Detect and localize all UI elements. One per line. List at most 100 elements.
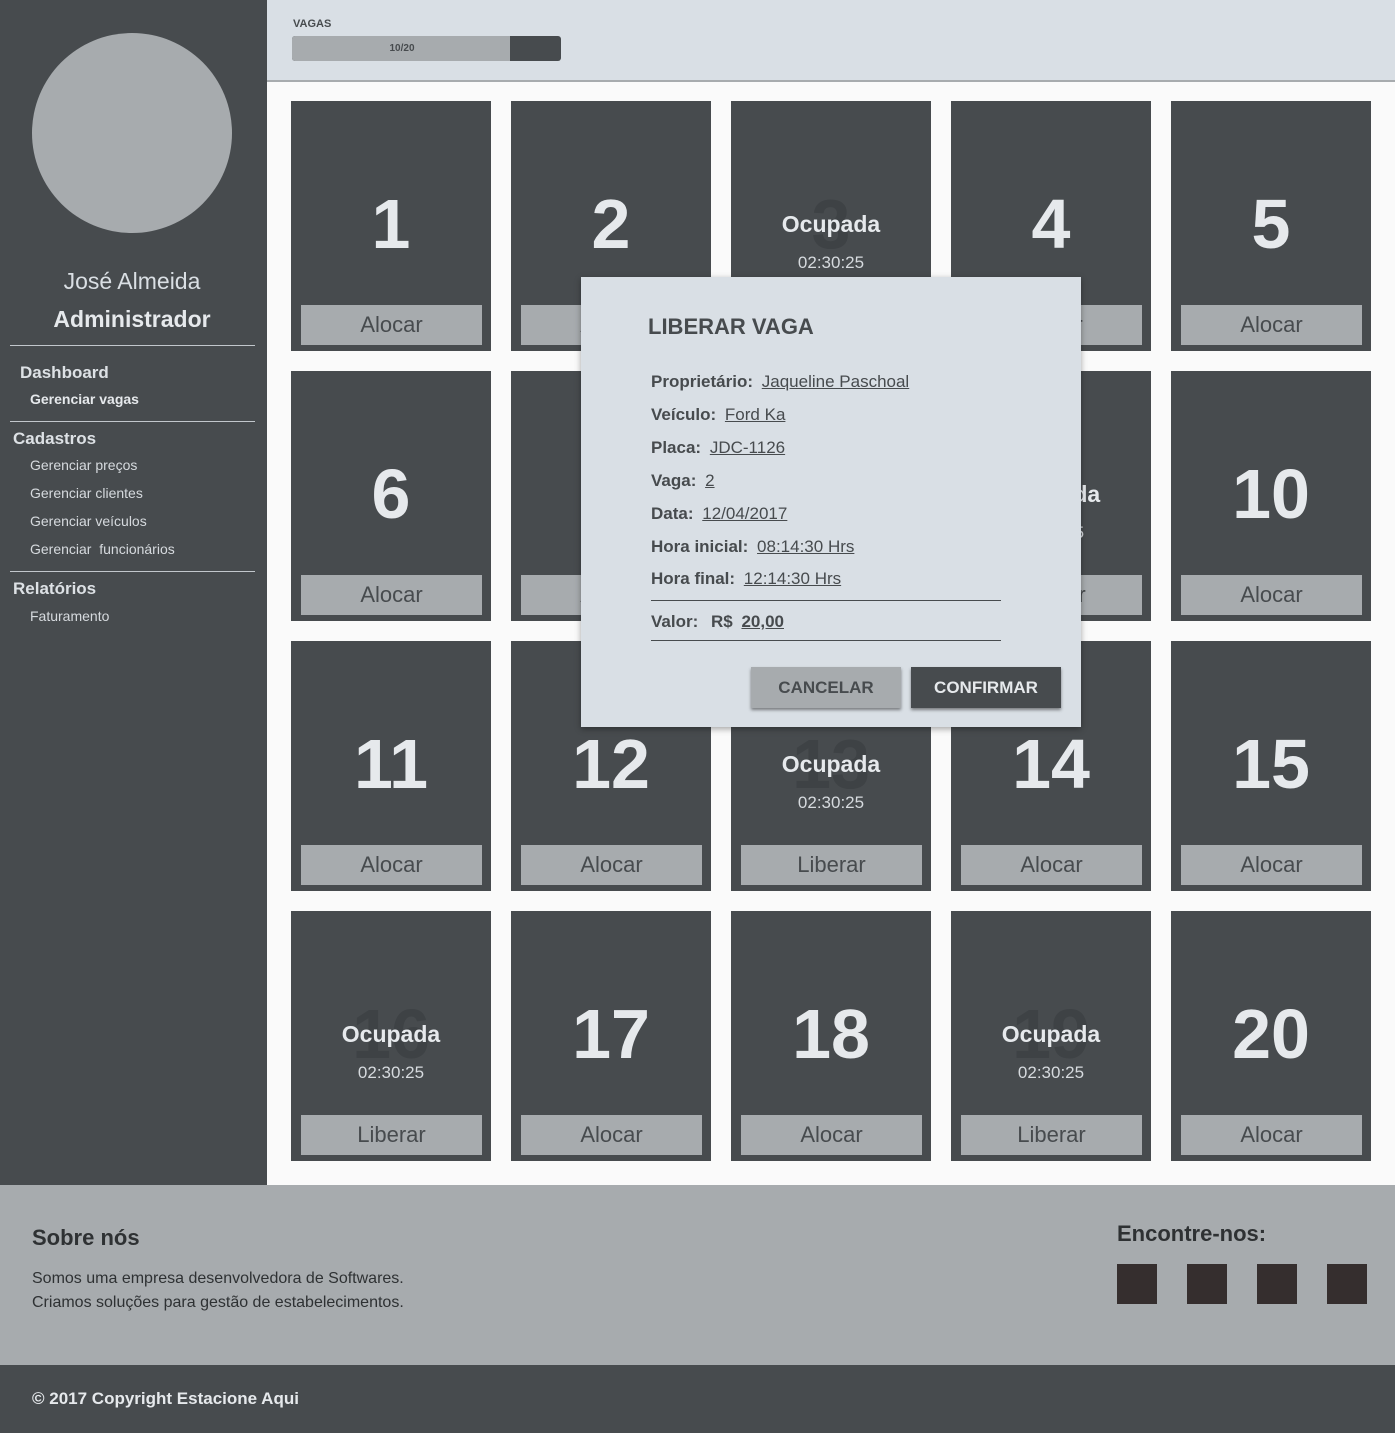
spot-number: 5 <box>1251 185 1291 263</box>
spot-time: 02:30:25 <box>357 1063 425 1082</box>
user-role: Administrador <box>53 306 211 332</box>
spot-number: 2 <box>591 185 631 263</box>
alocar-button[interactable]: Alocar <box>301 845 482 885</box>
spot-number: 1 <box>371 185 411 263</box>
parking-spot: 6 Alocar <box>291 371 491 621</box>
alocar-button[interactable]: Alocar <box>1181 575 1362 615</box>
nav-item-gerenciar-veiculos[interactable]: Gerenciar veículos <box>30 513 147 529</box>
about-line-2: Criamos soluções para gestão de estabele… <box>32 1294 404 1311</box>
liberar-button[interactable]: Liberar <box>741 845 922 885</box>
modal-divider <box>651 600 1001 601</box>
spot-status: Ocupada <box>1001 1021 1101 1047</box>
parking-spot: 17 Alocar <box>511 911 711 1161</box>
confirm-button[interactable]: CONFIRMAR <box>911 667 1061 708</box>
alocar-button[interactable]: Alocar <box>521 1115 702 1155</box>
spot-number: 14 <box>1012 725 1090 803</box>
alocar-button[interactable]: Alocar <box>521 845 702 885</box>
field-value[interactable]: Jaqueline Paschoal <box>762 372 909 391</box>
nav-section-cadastros[interactable]: Cadastros <box>13 429 96 449</box>
alocar-button[interactable]: Alocar <box>1181 305 1362 345</box>
valor-label: Valor: <box>651 612 699 631</box>
parking-spot: 16 Ocupada 02:30:25 Liberar <box>291 911 491 1161</box>
field-label: Hora inicial: <box>651 537 749 556</box>
alocar-button[interactable]: Alocar <box>961 845 1142 885</box>
spot-number: 20 <box>1232 995 1310 1073</box>
liberar-button[interactable]: Liberar <box>961 1115 1142 1155</box>
nav-item-gerenciar-precos[interactable]: Gerenciar preços <box>30 457 137 473</box>
field-veiculo: Veículo: Ford Ka <box>651 405 785 425</box>
parking-spot: 19 Ocupada 02:30:25 Liberar <box>951 911 1151 1161</box>
parking-spot: 20 Alocar <box>1171 911 1371 1161</box>
spot-number: 18 <box>792 995 870 1073</box>
spot-number: 4 <box>1031 185 1071 263</box>
nav-item-gerenciar-clientes[interactable]: Gerenciar clientes <box>30 485 143 501</box>
field-label: Data: <box>651 504 694 523</box>
field-hora-inicial: Hora inicial: 08:14:30 Hrs <box>651 537 854 557</box>
field-label: Hora final: <box>651 569 736 588</box>
about-title: Sobre nós <box>32 1225 140 1250</box>
spot-status: Ocupada <box>781 211 881 237</box>
valor-amount: 20,00 <box>741 612 784 631</box>
alocar-button[interactable]: Alocar <box>741 1115 922 1155</box>
field-label: Placa: <box>651 438 702 457</box>
social-icon-3[interactable] <box>1257 1264 1297 1304</box>
field-value[interactable]: JDC-1126 <box>710 438 785 457</box>
parking-spot: 15 Alocar <box>1171 641 1371 891</box>
spot-number: 15 <box>1232 725 1310 803</box>
field-proprietario: Proprietário: Jaqueline Paschoal <box>651 372 909 392</box>
alocar-button[interactable]: Alocar <box>1181 845 1362 885</box>
about-line-1: Somos uma empresa desenvolvedora de Soft… <box>32 1270 404 1287</box>
field-value[interactable]: 12:14:30 Hrs <box>744 569 841 588</box>
user-name: José Almeida <box>63 268 201 294</box>
spot-number: 6 <box>371 455 411 533</box>
field-data: Data: 12/04/2017 <box>651 504 787 524</box>
liberar-button[interactable]: Liberar <box>301 1115 482 1155</box>
avatar <box>32 33 232 233</box>
nav-item-gerenciar-funcionarios[interactable]: Gerenciar funcionários <box>30 541 175 557</box>
nav-section-relatorios[interactable]: Relatórios <box>13 579 96 599</box>
copyright-text: © 2017 Copyright Estacione Aqui <box>32 1389 299 1408</box>
sidebar-divider <box>10 345 255 346</box>
footer-about: Sobre nós Somos uma empresa desenvolvedo… <box>0 1185 1395 1365</box>
social-icon-4[interactable] <box>1327 1264 1367 1304</box>
field-valor: Valor: R$ 20,00 <box>651 612 784 632</box>
spot-number: 17 <box>572 995 650 1073</box>
vagas-progress-text: 10/20 <box>389 43 415 54</box>
sidebar-divider <box>10 571 255 572</box>
parking-spot: 18 Alocar <box>731 911 931 1161</box>
modal-divider <box>651 640 1001 641</box>
field-value[interactable]: 08:14:30 Hrs <box>757 537 854 556</box>
field-value[interactable]: Ford Ka <box>725 405 785 424</box>
liberar-vaga-modal: LIBERAR VAGA Proprietário: Jaqueline Pas… <box>581 277 1081 727</box>
parking-spot: 11 Alocar <box>291 641 491 891</box>
parking-spot: 1 Alocar <box>291 101 491 351</box>
spot-time: 02:30:25 <box>797 253 865 272</box>
spot-number: 10 <box>1232 455 1310 533</box>
alocar-button[interactable]: Alocar <box>301 575 482 615</box>
social-icon-1[interactable] <box>1117 1264 1157 1304</box>
field-value[interactable]: 12/04/2017 <box>702 504 787 523</box>
vagas-progress-bar: 10/20 <box>292 36 561 61</box>
nav-item-faturamento[interactable]: Faturamento <box>30 608 109 624</box>
cancel-button[interactable]: CANCELAR <box>751 667 901 708</box>
field-vaga: Vaga: 2 <box>651 471 715 491</box>
social-icon-2[interactable] <box>1187 1264 1227 1304</box>
alocar-button[interactable]: Alocar <box>1181 1115 1362 1155</box>
field-value[interactable]: 2 <box>705 471 714 490</box>
modal-title: LIBERAR VAGA <box>648 314 814 339</box>
field-label: Proprietário: <box>651 372 754 391</box>
parking-spot: 5 Alocar <box>1171 101 1371 351</box>
alocar-button[interactable]: Alocar <box>301 305 482 345</box>
spot-time: 02:30:25 <box>797 793 865 812</box>
field-placa: Placa: JDC-1126 <box>651 438 785 458</box>
nav-item-gerenciar-vagas[interactable]: Gerenciar vagas <box>30 391 139 407</box>
spot-time: 02:30:25 <box>1017 1063 1085 1082</box>
spot-number: 12 <box>572 725 650 803</box>
field-hora-final: Hora final: 12:14:30 Hrs <box>651 569 841 589</box>
field-label: Veículo: <box>651 405 717 424</box>
spot-number: 11 <box>354 725 428 803</box>
vagas-label: VAGAS <box>293 18 332 30</box>
find-us-title: Encontre-nos: <box>1117 1221 1267 1246</box>
nav-section-dashboard[interactable]: Dashboard <box>20 363 109 383</box>
about-text: Somos uma empresa desenvolvedora de Soft… <box>32 1267 404 1315</box>
